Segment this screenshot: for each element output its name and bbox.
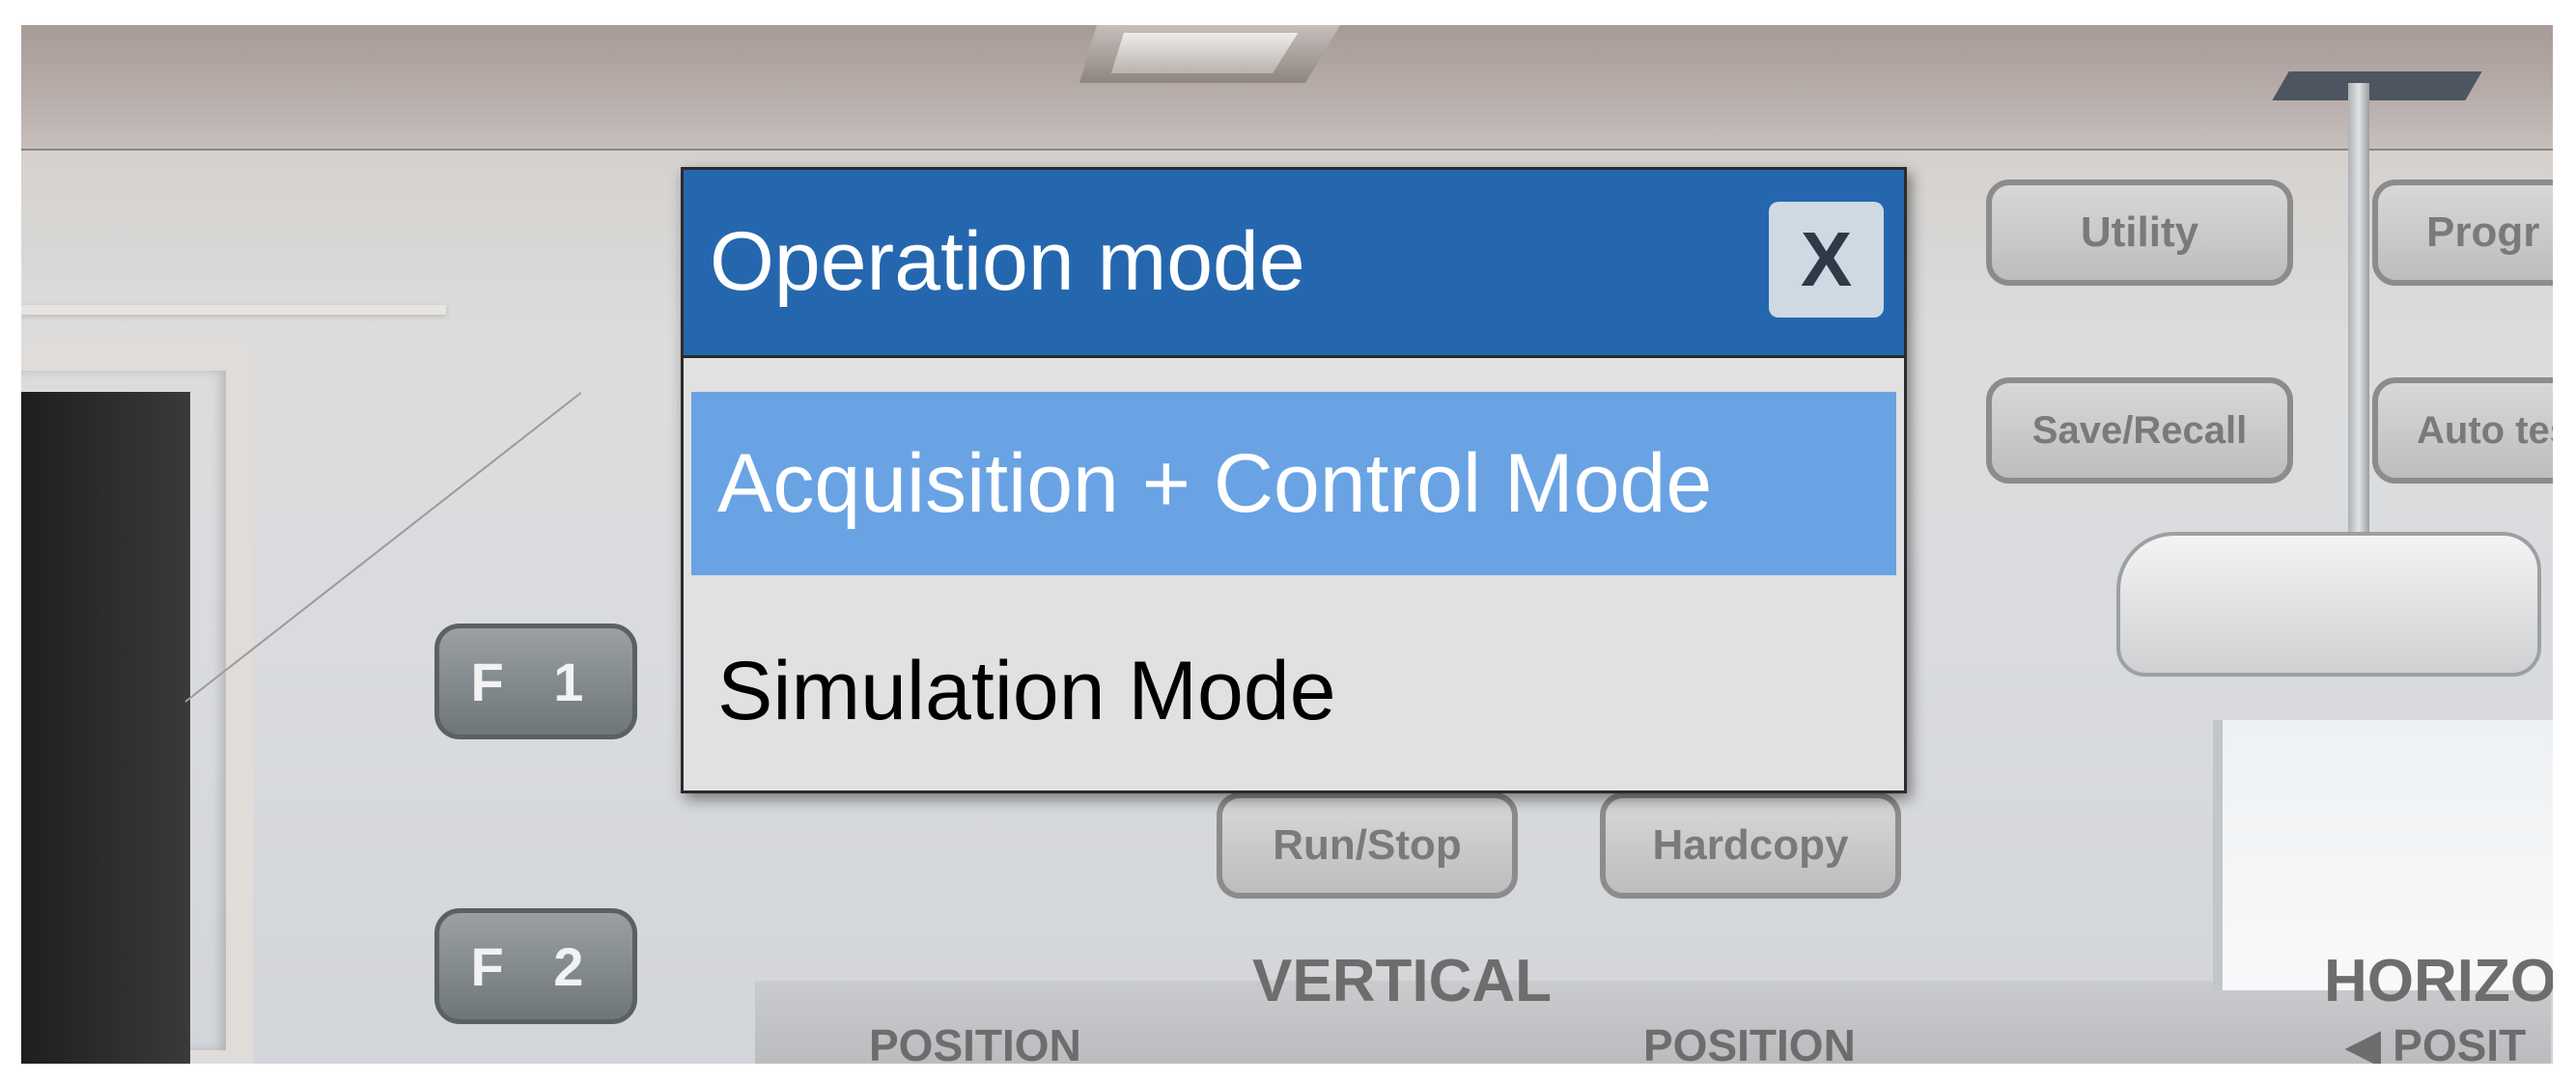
- close-button[interactable]: X: [1769, 202, 1884, 318]
- f1-key: F 1: [434, 624, 637, 739]
- save-recall-button: Save/Recall: [1986, 377, 2293, 484]
- utility-button: Utility: [1986, 180, 2293, 286]
- option-label: Acquisition + Control Mode: [717, 436, 1713, 530]
- position-label-right: ◀ POSIT: [2346, 1020, 2527, 1064]
- program-button: Progr: [2372, 180, 2553, 286]
- panel-edge: [21, 305, 446, 315]
- operation-mode-dialog: Operation mode X Acquisition + Control M…: [681, 167, 1907, 793]
- dialog-title: Operation mode: [710, 215, 1305, 308]
- auto-test-button: Auto test: [2372, 377, 2553, 484]
- projector-pole: [2348, 83, 2369, 537]
- ceiling-projector: [2116, 532, 2541, 677]
- option-simulation-mode[interactable]: Simulation Mode: [691, 599, 1896, 783]
- horizontal-label: HORIZO: [2324, 948, 2553, 1014]
- vertical-label: VERTICAL: [1252, 948, 1552, 1014]
- run-stop-button: Run/Stop: [1217, 792, 1518, 899]
- projector-mount: [2272, 71, 2482, 100]
- dialog-header: Operation mode X: [684, 170, 1904, 358]
- option-acquisition-control-mode[interactable]: Acquisition + Control Mode: [691, 392, 1896, 575]
- scope-screen: [21, 392, 190, 1064]
- hardcopy-button: Hardcopy: [1600, 792, 1901, 899]
- position-label-left: POSITION: [869, 1020, 1081, 1064]
- f2-key: F 2: [434, 908, 637, 1024]
- close-icon: X: [1800, 216, 1853, 302]
- option-label: Simulation Mode: [717, 644, 1336, 737]
- position-label-middle: POSITION: [1643, 1020, 1856, 1064]
